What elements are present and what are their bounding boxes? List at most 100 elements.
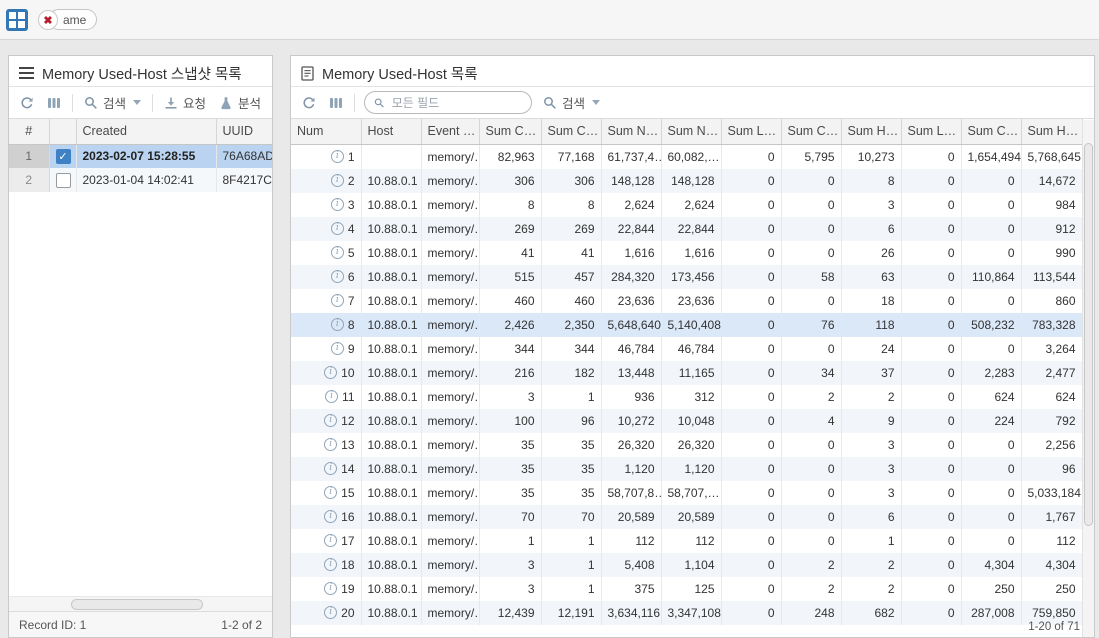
info-icon[interactable]: i [324, 534, 337, 547]
filter-tag[interactable]: ✖ ame [48, 9, 97, 30]
row-number: 11 [342, 390, 354, 404]
column-header[interactable]: Sum N… [661, 119, 721, 144]
checkbox-cell: ✓ [49, 144, 76, 168]
columns-button[interactable] [327, 94, 345, 112]
column-header[interactable]: Sum C… [961, 119, 1021, 144]
table-row[interactable]: i1310.88.0.1memory/…353526,32026,3200030… [291, 433, 1082, 457]
info-icon[interactable]: i [331, 150, 344, 163]
column-header[interactable]: Sum C… [781, 119, 841, 144]
value-cell: 287,008 [961, 601, 1021, 625]
column-header[interactable]: Sum C… [479, 119, 541, 144]
info-icon[interactable]: i [331, 222, 344, 235]
event-cell: memory/… [421, 409, 479, 433]
refresh-button[interactable] [18, 94, 36, 112]
value-cell: 0 [901, 457, 961, 481]
num-cell: i13 [291, 433, 361, 457]
column-header[interactable] [49, 119, 76, 144]
value-cell: 3,347,108 [661, 601, 721, 625]
chevron-down-icon [592, 100, 600, 105]
table-row[interactable]: i2010.88.0.1memory/…12,43912,1913,634,11… [291, 601, 1082, 625]
table-row[interactable]: i1110.88.0.1memory/…319363120220624624 [291, 385, 1082, 409]
value-cell: 3 [841, 193, 901, 217]
value-cell: 0 [901, 553, 961, 577]
value-cell: 2 [841, 553, 901, 577]
column-header[interactable]: Created [76, 119, 216, 144]
table-row[interactable]: i1410.88.0.1memory/…35351,1201,120003009… [291, 457, 1082, 481]
table-row[interactable]: i1210.88.0.1memory/…1009610,27210,048049… [291, 409, 1082, 433]
info-icon[interactable]: i [331, 294, 344, 307]
value-cell: 70 [479, 505, 541, 529]
value-cell: 20,589 [661, 505, 721, 529]
column-header[interactable]: Sum H… [841, 119, 901, 144]
horizontal-scrollbar[interactable] [9, 596, 272, 611]
table-row[interactable]: i1810.88.0.1memory/…315,4081,10402204,30… [291, 553, 1082, 577]
table-row[interactable]: i210.88.0.1memory/…306306148,128148,1280… [291, 169, 1082, 193]
filter-input[interactable] [390, 95, 522, 111]
value-cell: 148,128 [661, 169, 721, 193]
value-cell: 344 [479, 337, 541, 361]
info-icon[interactable]: i [324, 486, 337, 499]
snapshot-row[interactable]: 22023-01-04 14:02:418F4217C8 [9, 168, 272, 192]
table-row[interactable]: i1710.88.0.1memory/…1111211200100112 [291, 529, 1082, 553]
info-icon[interactable]: i [331, 174, 344, 187]
table-row[interactable]: i1610.88.0.1memory/…707020,58920,5890060… [291, 505, 1082, 529]
column-header[interactable]: Sum N… [601, 119, 661, 144]
row-checkbox[interactable]: ✓ [56, 149, 71, 164]
table-row[interactable]: i1910.88.0.1memory/…313751250220250250 [291, 577, 1082, 601]
column-header[interactable]: Sum H… [1021, 119, 1082, 144]
column-header[interactable]: UUID [216, 119, 272, 144]
table-row[interactable]: i910.88.0.1memory/…34434446,78446,784002… [291, 337, 1082, 361]
vertical-scrollbar[interactable] [1082, 120, 1094, 637]
info-icon[interactable]: i [331, 318, 344, 331]
scrollbar-thumb[interactable] [1084, 143, 1093, 526]
row-checkbox[interactable] [56, 173, 71, 188]
search-button[interactable]: 검색 [82, 91, 143, 114]
info-icon[interactable]: i [324, 462, 337, 475]
num-cell: i18 [291, 553, 361, 577]
column-header[interactable]: # [9, 119, 49, 144]
table-row[interactable]: i510.88.0.1memory/…41411,6161,6160026009… [291, 241, 1082, 265]
request-button[interactable]: 요청 [162, 91, 208, 114]
column-header[interactable]: Host [361, 119, 421, 144]
remove-filter-icon[interactable]: ✖ [38, 10, 58, 30]
column-header[interactable]: Sum L… [901, 119, 961, 144]
table-row[interactable]: i1memory/…82,96377,16861,737,4…60,082,…0… [291, 144, 1082, 169]
column-header[interactable]: Num [291, 119, 361, 144]
table-row[interactable]: i710.88.0.1memory/…46046023,63623,636001… [291, 289, 1082, 313]
info-icon[interactable]: i [324, 510, 337, 523]
table-row[interactable]: i410.88.0.1memory/…26926922,84422,844006… [291, 217, 1082, 241]
column-header[interactable]: Event … [421, 119, 479, 144]
columns-button[interactable] [45, 94, 63, 112]
column-header[interactable]: Sum L… [721, 119, 781, 144]
info-icon[interactable]: i [331, 342, 344, 355]
info-icon[interactable]: i [324, 606, 337, 619]
column-header[interactable]: Sum C… [541, 119, 601, 144]
info-icon[interactable]: i [324, 582, 337, 595]
snapshot-row[interactable]: 1✓2023-02-07 15:28:5576A68ADE [9, 144, 272, 168]
apps-grid-button[interactable] [6, 9, 28, 31]
info-icon[interactable]: i [325, 390, 338, 403]
analyze-button[interactable]: 분석 [217, 91, 263, 114]
info-icon[interactable]: i [324, 438, 337, 451]
table-row[interactable]: i610.88.0.1memory/…515457284,320173,4560… [291, 265, 1082, 289]
scrollbar-thumb[interactable] [71, 599, 203, 610]
value-cell: 2,283 [961, 361, 1021, 385]
info-icon[interactable]: i [331, 198, 344, 211]
value-cell: 0 [781, 529, 841, 553]
search-button[interactable]: 검색 [541, 91, 602, 114]
table-row[interactable]: i810.88.0.1memory/…2,4262,3505,648,6405,… [291, 313, 1082, 337]
value-cell: 0 [961, 529, 1021, 553]
refresh-button[interactable] [300, 94, 318, 112]
table-row[interactable]: i310.88.0.1memory/…882,6242,62400300984 [291, 193, 1082, 217]
table-row[interactable]: i1010.88.0.1memory/…21618213,44811,16503… [291, 361, 1082, 385]
row-number: 3 [348, 198, 355, 212]
info-icon[interactable]: i [331, 246, 344, 259]
info-icon[interactable]: i [324, 366, 337, 379]
value-cell: 20,589 [601, 505, 661, 529]
info-icon[interactable]: i [331, 270, 344, 283]
filter-field[interactable] [364, 91, 532, 114]
info-icon[interactable]: i [324, 414, 337, 427]
num-cell-content: i4 [297, 217, 355, 241]
info-icon[interactable]: i [324, 558, 337, 571]
table-row[interactable]: i1510.88.0.1memory/…353558,707,8…58,707,… [291, 481, 1082, 505]
